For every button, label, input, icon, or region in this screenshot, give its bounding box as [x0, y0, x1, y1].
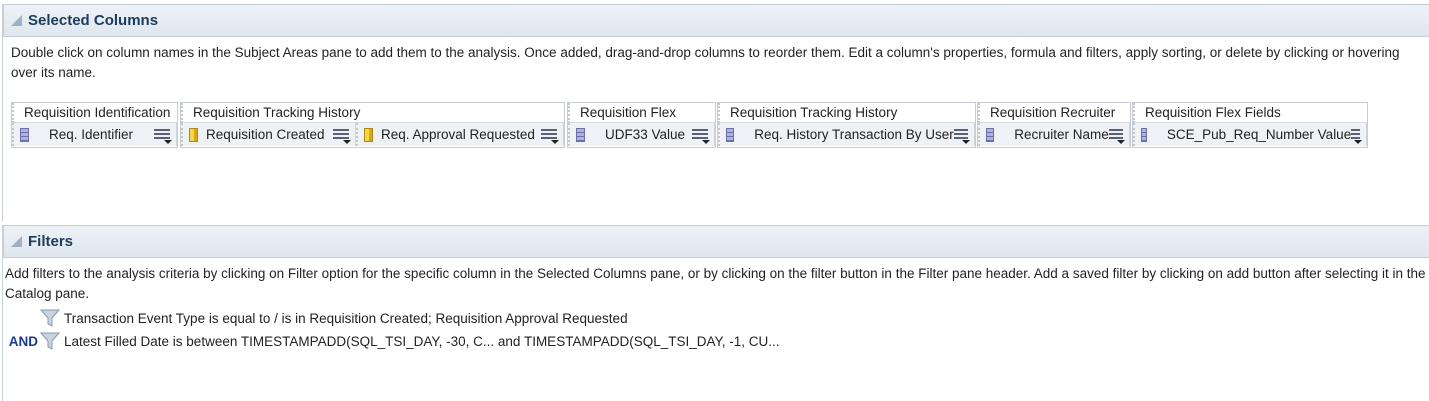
column-group-label: Requisition Recruiter — [978, 103, 1130, 123]
column-group-label: Requisition Flex Fields — [568, 103, 715, 140]
column-group-label: Requisition Identification — [12, 103, 177, 123]
column-item[interactable]: UDF33 Value — [568, 123, 715, 146]
column-options-menu-icon[interactable] — [692, 128, 710, 144]
column-label: UDF33 Value — [605, 127, 686, 142]
attribute-column-icon — [20, 127, 29, 142]
column-item[interactable]: SCE_Pub_Req_Number Value — [1133, 123, 1367, 146]
column-options-menu-icon[interactable] — [541, 128, 559, 144]
filter-operator: AND — [8, 333, 38, 349]
filters-header[interactable]: Filters — [3, 225, 1429, 258]
column-label: Req. History Transaction By User — [754, 127, 954, 142]
column-group[interactable]: Requisition Recruiter Recruiter Name — [977, 102, 1131, 148]
attribute-column-icon — [726, 127, 735, 142]
filter-funnel-icon — [40, 332, 60, 350]
collapse-triangle-icon[interactable] — [11, 15, 22, 26]
column-item[interactable]: Requisition Created — [181, 123, 356, 146]
column-label: Recruiter Name — [1014, 127, 1109, 142]
attribute-column-icon — [1141, 127, 1147, 142]
column-label: Req. Approval Requested — [381, 127, 535, 142]
column-group[interactable]: Requisition Tracking History Requisition … — [180, 102, 565, 148]
attribute-column-icon — [986, 127, 995, 142]
column-group[interactable]: Requisition Identification Req. Identifie… — [11, 102, 178, 148]
panel-title: Selected Columns — [28, 12, 159, 29]
column-item[interactable]: Req. Approval Requested — [356, 123, 564, 146]
column-label: SCE_Pub_Req_Number Value — [1166, 127, 1352, 142]
column-item[interactable]: Req. Identifier — [12, 123, 177, 146]
column-options-menu-icon[interactable] — [154, 128, 172, 144]
filter-funnel-icon — [40, 309, 60, 327]
column-options-menu-icon[interactable] — [333, 128, 351, 144]
column-label: Req. Identifier — [49, 127, 134, 142]
column-item[interactable]: Recruiter Name — [978, 123, 1130, 146]
selected-columns-description: Double click on column names in the Subj… — [11, 45, 1400, 80]
filters-description: Add filters to the analysis criteria by … — [5, 266, 1426, 301]
filter-item[interactable]: AND Latest Filled Date is between TIMEST… — [0, 332, 780, 350]
measure-column-icon — [189, 127, 198, 142]
attribute-column-icon — [576, 127, 585, 142]
collapse-triangle-icon[interactable] — [11, 236, 22, 247]
column-group-label: Requisition Tracking History — [718, 103, 975, 123]
selected-columns-header[interactable]: Selected Columns — [3, 4, 1429, 37]
filter-text: Latest Filled Date is between TIMESTAMPA… — [64, 333, 780, 349]
column-group-label: Requisition Tracking History — [181, 103, 564, 123]
column-options-menu-icon[interactable] — [1108, 128, 1126, 144]
column-group[interactable]: Requisition Flex Fields SCE_Pub_Req_Numbe… — [1132, 102, 1368, 148]
column-group[interactable]: Requisition Tracking History Req. History… — [717, 102, 976, 148]
column-group-label: Requisition Flex Fields — [1133, 103, 1367, 123]
column-item[interactable]: Req. History Transaction By User — [718, 123, 975, 146]
column-group[interactable]: Requisition Flex FieldsUDF33 Value — [567, 102, 716, 148]
column-options-menu-icon[interactable] — [953, 128, 971, 144]
column-label: Requisition Created — [206, 127, 325, 142]
panel-title: Filters — [28, 233, 74, 250]
measure-column-icon — [364, 127, 373, 142]
column-options-menu-icon[interactable] — [1351, 128, 1362, 144]
filter-item[interactable]: Transaction Event Type is equal to / is … — [0, 309, 628, 327]
filter-text: Transaction Event Type is equal to / is … — [64, 310, 628, 326]
